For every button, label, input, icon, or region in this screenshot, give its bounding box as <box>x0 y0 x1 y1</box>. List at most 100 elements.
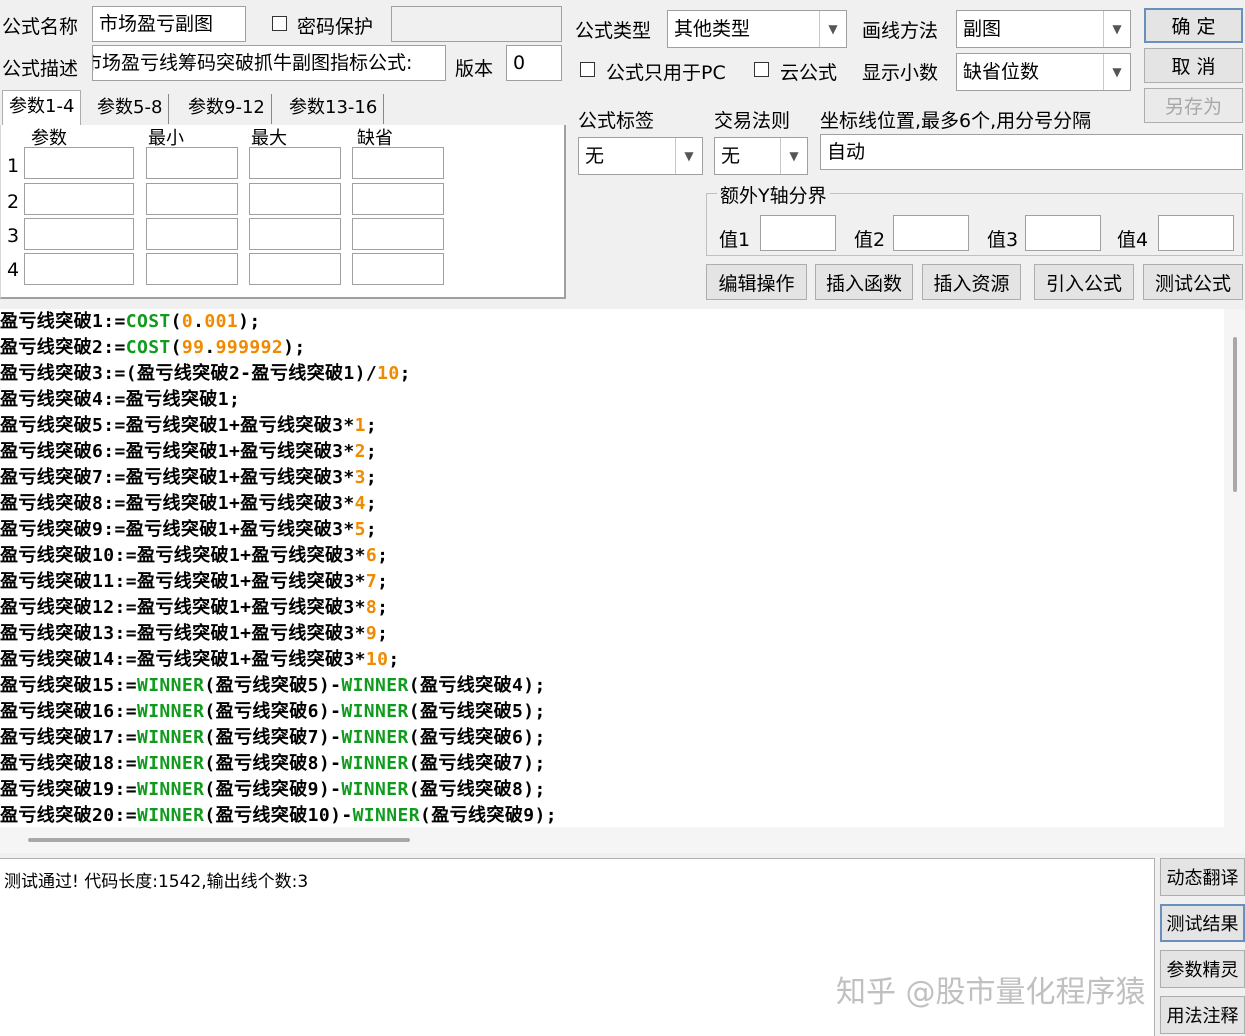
param-max-input[interactable] <box>249 218 341 250</box>
chevron-down-icon[interactable]: ▼ <box>675 138 702 174</box>
code-line[interactable]: 盈亏线突破2:=COST(99.999992); <box>0 333 306 359</box>
code-function: WINNER <box>136 675 205 696</box>
horizontal-scrollbar[interactable] <box>0 827 1245 853</box>
chevron-down-icon[interactable]: ▼ <box>780 138 807 174</box>
tab-params-5-8[interactable]: 参数5-8 <box>91 94 170 124</box>
code-line[interactable]: 盈亏线突破16:=WINNER(盈亏线突破6)-WINNER(盈亏线突破5); <box>0 697 546 723</box>
val4-input[interactable] <box>1158 215 1234 251</box>
chevron-down-icon[interactable]: ▼ <box>1103 54 1130 90</box>
test-result-button[interactable]: 测试结果 <box>1160 904 1245 942</box>
code-text: ; <box>365 519 378 540</box>
version-input[interactable]: 0 <box>506 45 562 81</box>
decimals-select[interactable]: 缺省位数 ▼ <box>956 53 1131 91</box>
tab-params-13-16[interactable]: 参数13-16 <box>283 94 385 124</box>
code-line[interactable]: 盈亏线突破8:=盈亏线突破1+盈亏线突破3*4; <box>0 489 377 515</box>
param-row-number: 1 <box>7 155 20 177</box>
vertical-scrollbar-thumb[interactable] <box>1233 337 1237 492</box>
val2-label: 值2 <box>854 229 886 251</box>
param-min-input[interactable] <box>146 147 238 179</box>
code-line[interactable]: 盈亏线突破18:=WINNER(盈亏线突破8)-WINNER(盈亏线突破7); <box>0 749 546 775</box>
formula-desc-input[interactable]: 市场盈亏线筹码突破抓牛副图指标公式: <box>92 45 446 81</box>
code-line[interactable]: 盈亏线突破19:=WINNER(盈亏线突破9)-WINNER(盈亏线突破8); <box>0 775 546 801</box>
param-default-input[interactable] <box>352 253 444 285</box>
coord-line-input[interactable]: 自动 <box>820 134 1243 170</box>
draw-method-label: 画线方法 <box>862 20 939 42</box>
chevron-down-icon[interactable]: ▼ <box>1103 11 1130 47</box>
code-line[interactable]: 盈亏线突破6:=盈亏线突破1+盈亏线突破3*2; <box>0 437 377 463</box>
dynamic-translate-button[interactable]: 动态翻译 <box>1160 858 1245 896</box>
password-checkbox[interactable] <box>272 16 287 31</box>
code-line[interactable]: 盈亏线突破5:=盈亏线突破1+盈亏线突破3*1; <box>0 411 377 437</box>
test-formula-button[interactable]: 测试公式 <box>1143 264 1243 300</box>
decimals-label: 显示小数 <box>862 62 939 84</box>
code-line[interactable]: 盈亏线突破15:=WINNER(盈亏线突破5)-WINNER(盈亏线突破4); <box>0 671 546 697</box>
horizontal-scrollbar-thumb[interactable] <box>28 838 410 842</box>
val3-input[interactable] <box>1025 215 1101 251</box>
param-min-input[interactable] <box>146 253 238 285</box>
code-text: 盈亏线突破20:= <box>0 805 137 826</box>
insert-function-button[interactable]: 插入函数 <box>815 264 913 300</box>
code-line[interactable]: 盈亏线突破13:=盈亏线突破1+盈亏线突破3*9; <box>0 619 388 645</box>
formula-type-select[interactable]: 其他类型 ▼ <box>667 10 847 48</box>
code-text: ( <box>170 311 182 332</box>
vertical-scrollbar[interactable] <box>1224 309 1245 827</box>
param-name-input[interactable] <box>24 147 134 179</box>
param-name-input[interactable] <box>24 218 134 250</box>
val1-label: 值1 <box>719 229 751 251</box>
code-text: 盈亏线突破7:=盈亏线突破1+盈亏线突破3* <box>0 467 355 488</box>
pc-only-checkbox[interactable] <box>580 62 595 77</box>
code-editor[interactable]: 盈亏线突破1:=COST(0.001); 盈亏线突破2:=COST(99.9999… <box>0 309 1224 827</box>
code-line[interactable]: 盈亏线突破7:=盈亏线突破1+盈亏线突破3*3; <box>0 463 377 489</box>
code-text: 盈亏线突破1:= <box>0 311 126 332</box>
val2-input[interactable] <box>893 215 969 251</box>
tab-params-9-12[interactable]: 参数9-12 <box>182 94 272 124</box>
code-number: 1 <box>354 415 366 436</box>
param-default-input[interactable] <box>352 183 444 215</box>
param-max-input[interactable] <box>249 183 341 215</box>
insert-resource-button[interactable]: 插入资源 <box>922 264 1021 300</box>
cloud-checkbox[interactable] <box>754 62 769 77</box>
param-wizard-button[interactable]: 参数精灵 <box>1160 950 1245 988</box>
code-text: ; <box>399 363 411 384</box>
code-line[interactable]: 盈亏线突破11:=盈亏线突破1+盈亏线突破3*7; <box>0 567 388 593</box>
code-text: . <box>204 337 216 358</box>
tab-params-1-4[interactable]: 参数1-4 <box>2 90 82 126</box>
code-line[interactable]: 盈亏线突破17:=WINNER(盈亏线突破7)-WINNER(盈亏线突破6); <box>0 723 546 749</box>
code-line[interactable]: 盈亏线突破20:=WINNER(盈亏线突破10)-WINNER(盈亏线突破9); <box>0 801 557 827</box>
ok-button[interactable]: 确 定 <box>1144 8 1243 43</box>
formula-tag-value: 无 <box>585 145 605 167</box>
cancel-button[interactable]: 取 消 <box>1144 48 1243 83</box>
formula-name-input[interactable]: 市场盈亏副图 <box>92 6 246 42</box>
chevron-down-icon[interactable]: ▼ <box>819 11 846 47</box>
code-text: 盈亏线突破8:=盈亏线突破1+盈亏线突破3* <box>0 493 355 514</box>
formula-type-value: 其他类型 <box>674 18 751 40</box>
param-name-input[interactable] <box>24 183 134 215</box>
edit-ops-button[interactable]: 编辑操作 <box>706 264 807 300</box>
draw-method-select[interactable]: 副图 ▼ <box>956 10 1131 48</box>
save-as-button: 另存为 <box>1144 88 1243 123</box>
param-default-input[interactable] <box>352 147 444 179</box>
code-line[interactable]: 盈亏线突破1:=COST(0.001); <box>0 309 261 333</box>
code-text: ; <box>377 623 389 644</box>
code-line[interactable]: 盈亏线突破4:=盈亏线突破1; <box>0 385 240 411</box>
code-text: ; <box>365 441 378 462</box>
formula-tag-select[interactable]: 无 ▼ <box>578 137 703 175</box>
code-line[interactable]: 盈亏线突破12:=盈亏线突破1+盈亏线突破3*8; <box>0 593 388 619</box>
val1-input[interactable] <box>760 215 836 251</box>
param-max-input[interactable] <box>249 147 341 179</box>
code-text: ; <box>377 571 389 592</box>
param-default-input[interactable] <box>352 218 444 250</box>
param-min-input[interactable] <box>146 218 238 250</box>
code-line[interactable]: 盈亏线突破10:=盈亏线突破1+盈亏线突破3*6; <box>0 541 388 567</box>
code-line[interactable]: 盈亏线突破9:=盈亏线突破1+盈亏线突破3*5; <box>0 515 377 541</box>
code-line[interactable]: 盈亏线突破14:=盈亏线突破1+盈亏线突破3*10; <box>0 645 400 671</box>
code-text: (盈亏线突破5)- <box>204 675 342 696</box>
code-line[interactable]: 盈亏线突破3:=(盈亏线突破2-盈亏线突破1)/10; <box>0 359 411 385</box>
param-min-input[interactable] <box>146 183 238 215</box>
pc-only-label: 公式只用于PC <box>606 62 726 84</box>
import-formula-button[interactable]: 引入公式 <box>1034 264 1134 300</box>
param-max-input[interactable] <box>249 253 341 285</box>
usage-notes-button[interactable]: 用法注释 <box>1160 996 1245 1034</box>
param-name-input[interactable] <box>24 253 134 285</box>
trade-rule-select[interactable]: 无 ▼ <box>714 137 808 175</box>
